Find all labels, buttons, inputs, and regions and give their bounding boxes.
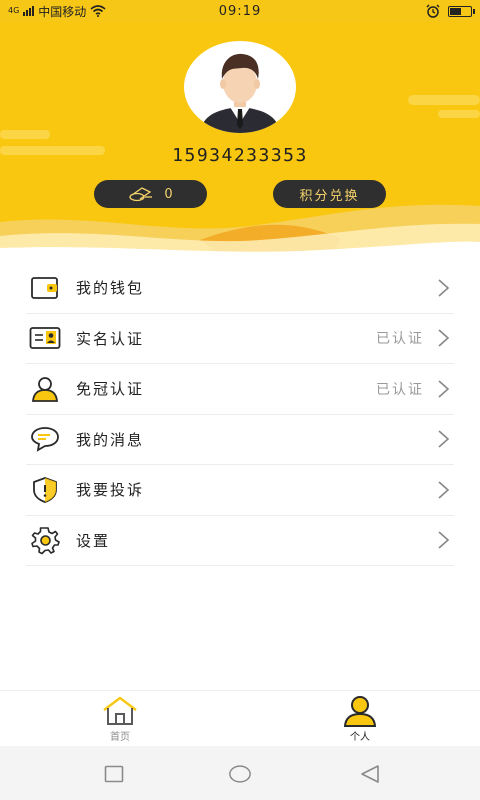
user-portrait-icon [32, 376, 58, 402]
menu-item-label: 我的消息 [76, 430, 145, 449]
menu-item-label: 我要投诉 [76, 481, 145, 500]
user-icon [343, 696, 377, 727]
points-value: 0 [164, 186, 173, 202]
menu-item-label: 免冠认证 [76, 380, 145, 399]
chevron-right-icon [438, 329, 450, 347]
chevron-right-icon [438, 531, 450, 549]
home-icon [103, 696, 137, 725]
carrier-name: 中国移动 [38, 4, 87, 19]
verification-status: 已认证 [376, 331, 424, 348]
chevron-right-icon [438, 279, 450, 297]
menu-item-wallet[interactable]: 我的钱包 [26, 263, 454, 314]
menu-item-label: 设置 [76, 531, 111, 550]
wifi-icon [90, 5, 106, 17]
menu-item-real-name-verification[interactable]: 实名认证 已认证 [26, 314, 454, 364]
id-card-icon [29, 327, 61, 350]
status-bar: 4G 中国移动 09:19 [0, 0, 480, 22]
phone-number: 15934233353 [172, 145, 308, 166]
points-exchange-button[interactable]: 积分兑换 [273, 180, 386, 208]
menu-item-label: 实名认证 [76, 329, 145, 348]
shield-alert-icon [33, 476, 57, 503]
tab-personal[interactable]: 个人 [300, 691, 420, 747]
battery-icon [448, 5, 475, 17]
coins-icon [129, 187, 153, 202]
bottom-tab-bar: 首页 个人 [0, 690, 480, 746]
network-type: 4G [8, 6, 20, 15]
tab-personal-label: 个人 [350, 732, 370, 743]
triangle-back-icon [361, 765, 379, 783]
verification-status: 已认证 [376, 381, 424, 398]
menu-item-settings[interactable]: 设置 [26, 516, 454, 566]
points-pill[interactable]: 0 [94, 180, 207, 208]
menu-item-label: 我的钱包 [76, 279, 145, 298]
square-icon [104, 765, 124, 783]
avatar[interactable] [184, 41, 296, 133]
menu-item-photo-verification[interactable]: 免冠认证 已认证 [26, 364, 454, 415]
menu-list: 我的钱包 实名认证 已认证 免冠认证 已认证 我的消息 我要投诉 设置 [26, 263, 454, 566]
back-button[interactable] [358, 762, 382, 786]
tab-home[interactable]: 首页 [60, 691, 180, 747]
circle-icon [229, 765, 251, 783]
chevron-right-icon [438, 430, 450, 448]
wallet-icon [31, 276, 58, 299]
chevron-right-icon [438, 380, 450, 398]
menu-item-messages[interactable]: 我的消息 [26, 415, 454, 465]
chevron-right-icon [438, 481, 450, 499]
system-navigation-bar [0, 746, 480, 800]
signal-icon [23, 6, 35, 16]
tab-home-label: 首页 [110, 732, 130, 743]
message-bubble-icon [31, 427, 59, 452]
gear-icon [31, 527, 60, 555]
home-button[interactable] [228, 762, 252, 786]
alarm-clock-icon [426, 4, 440, 18]
menu-item-complaint[interactable]: 我要投诉 [26, 465, 454, 516]
businessman-avatar-icon [200, 53, 280, 133]
profile-header: 15934233353 0 积分兑换 [0, 0, 480, 262]
recent-apps-button[interactable] [102, 762, 126, 786]
